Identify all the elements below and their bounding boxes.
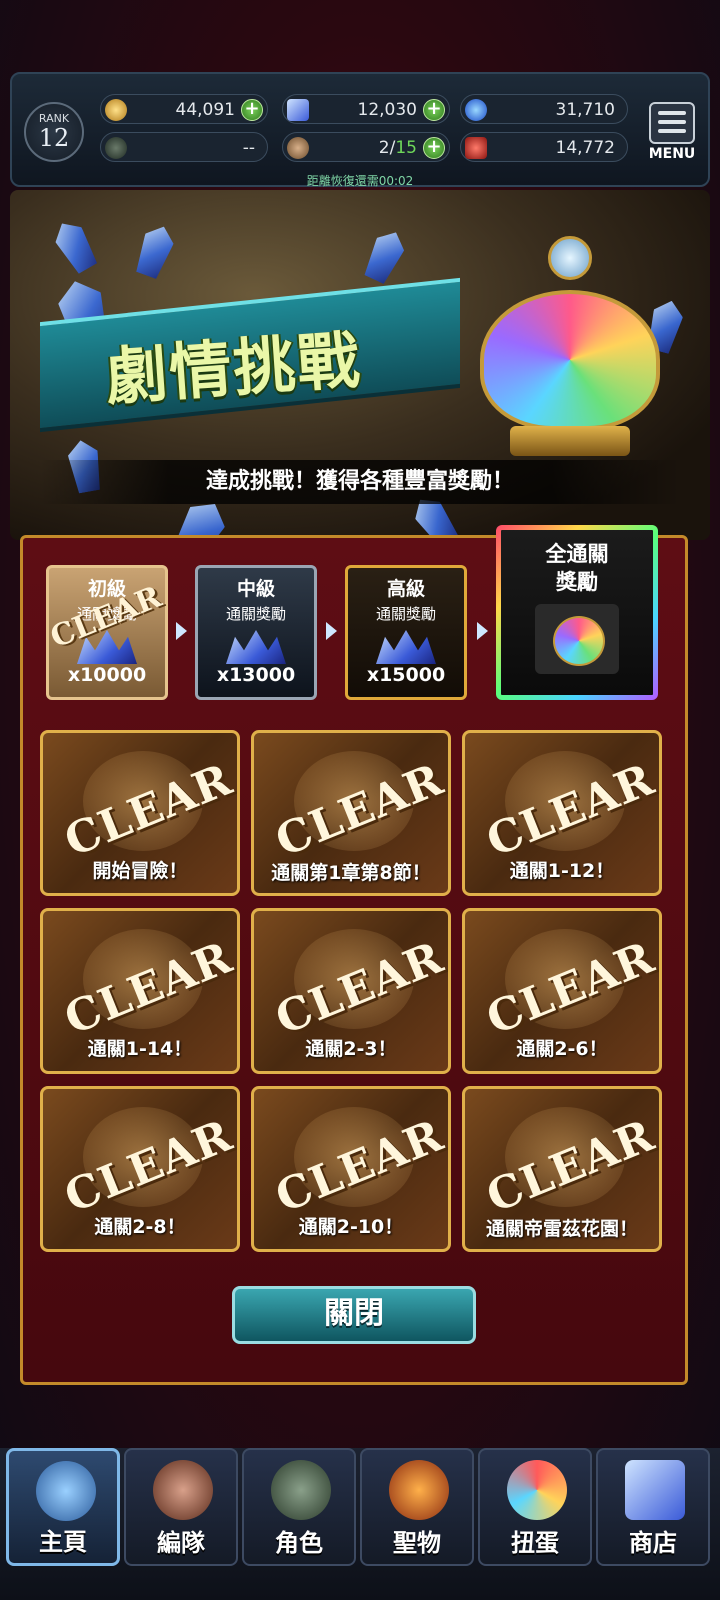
stamina-max: 15 [395,138,417,158]
nav-label: 編隊 [157,1529,205,1557]
crystal-counter[interactable]: 12,030 + [282,94,450,124]
red-currency-value: 14,772 [555,138,615,158]
bottom-navigation: 主頁 編隊 角色 聖物 扭蛋 商店 [0,1448,720,1600]
rainbow-elixir-icon [470,230,670,460]
orb-value: 31,710 [555,100,615,120]
red-currency-counter[interactable]: 14,772 [460,132,628,162]
tier-sub: 通關獎勵 [225,605,286,623]
challenge-card[interactable]: CLEAR 通關2-8！ [40,1086,240,1252]
tier-intermediate-reward[interactable]: 中級 通關獎勵 x13000 [195,565,317,700]
challenge-label: 開始冒險！ [92,860,188,882]
nav-label: 主頁 [39,1528,87,1556]
arrow-right-icon [326,622,337,640]
close-button[interactable]: 關閉 [232,1286,476,1344]
crystal-value: 12,030 [357,100,417,120]
party-icon [153,1460,213,1520]
challenge-card[interactable]: CLEAR 通關1-12！ [462,730,662,896]
nav-home[interactable]: 主頁 [6,1448,120,1566]
tier-amount: x15000 [366,664,446,686]
add-gil-button[interactable]: + [241,99,263,121]
stamina-icon [287,137,309,159]
blue-orb-icon [465,99,487,121]
tier-name: 高級 [386,578,425,600]
nav-shop[interactable]: 商店 [596,1448,710,1566]
challenge-label: 通關2-6！ [516,1038,608,1060]
hamburger-icon [649,102,695,144]
nav-label: 聖物 [393,1529,441,1557]
add-crystal-button[interactable]: + [423,99,445,121]
banner-subtitle: 達成挑戰！獲得各種豐富獎勵！ [40,460,680,504]
shop-crystal-icon [625,1460,685,1520]
orb-counter[interactable]: 31,710 [460,94,628,124]
nav-character[interactable]: 角色 [242,1448,356,1566]
gil-coin-icon [105,99,127,121]
rank-value: 12 [38,124,70,152]
gacha-icon [507,1460,567,1520]
challenge-card[interactable]: CLEAR 開始冒險！ [40,730,240,896]
banner-title: 劇情挑戰 [103,323,364,414]
challenge-card[interactable]: CLEAR 通關第1章第8節！ [251,730,451,896]
nav-label: 商店 [629,1529,677,1557]
challenge-label: 通關2-10！ [298,1216,404,1238]
tier-name: 全通關 [545,542,609,566]
medal-value: -- [242,138,255,158]
nav-label: 角色 [275,1529,323,1557]
nav-label: 扭蛋 [511,1529,559,1557]
challenge-card[interactable]: CLEAR 通關1-14！ [40,908,240,1074]
add-stamina-button[interactable]: + [423,137,445,159]
challenge-card[interactable]: CLEAR 通關2-6！ [462,908,662,1074]
challenge-label: 通關帝雷茲花園！ [485,1218,638,1240]
home-crest-icon [36,1461,96,1521]
challenge-card[interactable]: CLEAR 通關2-3！ [251,908,451,1074]
red-ticket-icon [465,137,487,159]
challenge-label: 通關1-12！ [509,860,615,882]
nav-relic[interactable]: 聖物 [360,1448,474,1566]
challenge-label: 通關第1章第8節！ [271,862,431,884]
stamina-recover-timer: 距離恢復還需00:02 [306,174,414,188]
gil-counter[interactable]: 44,091 + [100,94,268,124]
tier-amount: x10000 [67,664,147,686]
menu-button[interactable]: MENU [644,102,700,168]
tier-amount: x13000 [216,664,296,686]
nav-gacha[interactable]: 扭蛋 [478,1448,592,1566]
gil-value: 44,091 [175,100,235,120]
elixir-reward-icon [535,604,619,674]
menu-label: MENU [648,146,696,162]
stamina-counter[interactable]: 2/15 + [282,132,450,162]
challenge-card[interactable]: CLEAR 通關帝雷茲花園！ [462,1086,662,1252]
character-icon [271,1460,331,1520]
crystal-icon [287,99,309,121]
nav-party[interactable]: 編隊 [124,1448,238,1566]
rank-badge[interactable]: RANK 12 [24,102,84,162]
challenge-card[interactable]: CLEAR 通關2-10！ [251,1086,451,1252]
arrow-right-icon [176,622,187,640]
stamina-current: 2 [378,138,390,158]
arrow-right-icon [477,622,488,640]
tier-sub: 獎勵 [556,570,598,594]
crystal-cluster-icon [226,630,286,664]
status-bar: RANK 12 44,091 + 12,030 + 31,710 -- 2/15… [10,72,710,188]
tier-advanced-reward[interactable]: 高級 通關獎勵 x15000 [345,565,467,700]
tier-name: 中級 [236,578,275,600]
tier-sub: 通關獎勵 [375,605,436,623]
relic-icon [389,1460,449,1520]
crystal-cluster-icon [376,630,436,664]
challenge-label: 通關1-14！ [87,1038,193,1060]
medal-counter[interactable]: -- [100,132,268,162]
sword-medal-icon [105,137,127,159]
challenge-label: 通關2-3！ [305,1038,397,1060]
tier-full-clear-reward[interactable]: 全通關 獎勵 [496,525,658,700]
challenge-label: 通關2-8！ [94,1216,186,1238]
